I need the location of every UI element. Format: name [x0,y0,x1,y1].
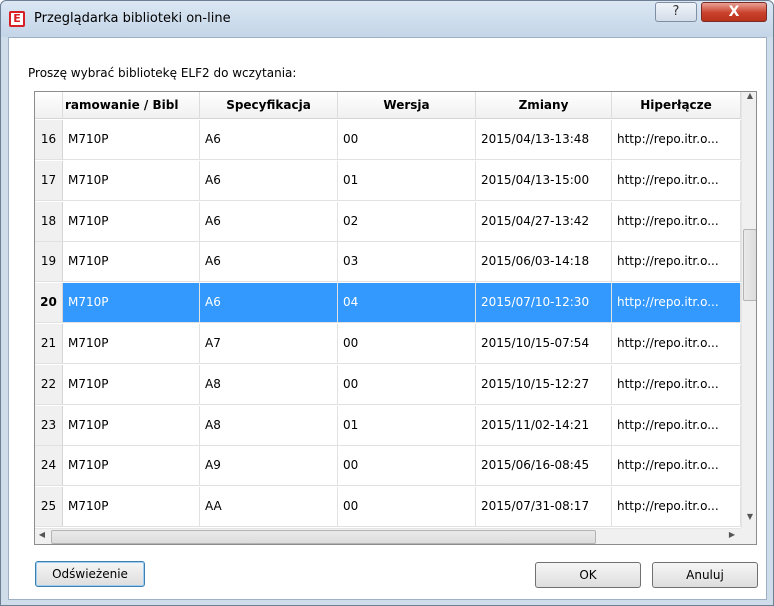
table-row[interactable]: 25 M710P AA 00 2015/07/31-08:17 http://repo.i… [35,487,741,528]
table-row[interactable]: 19 M710P A6 03 2015/06/03-14:18 http://repo.i… [35,242,741,283]
cell-library: M710P [63,283,200,323]
title-bar[interactable]: E Przeglądarka biblioteki on-line ? X [1,1,773,37]
cell-version: 01 [338,160,476,200]
row-number: 18 [35,201,63,241]
cell-hyperlink: http://repo.itr.o... [612,324,741,363]
cell-library: M710P [63,487,200,527]
table-row[interactable]: 21 M710P A7 00 2015/10/15-07:54 http://repo.i… [35,324,741,364]
app-logo-icon: E [9,11,25,27]
table-row[interactable]: 24 M710P A9 00 2015/06/16-08:45 http://repo.i… [35,446,741,487]
scrollbar-corner [741,528,756,544]
cell-version: 00 [338,324,476,363]
cell-changes: 2015/04/27-13:42 [476,201,612,241]
cancel-button[interactable]: Anuluj [652,562,758,588]
close-icon: X [728,4,740,20]
cell-specification: A8 [200,405,338,445]
column-header-library[interactable]: ramowanie / Bibl [63,92,200,119]
cell-library: M710P [63,201,200,241]
table-header: ramowanie / Bibl Specyfikacja Wersja Zmi… [35,92,756,119]
cell-changes: 2015/10/15-12:27 [476,364,612,404]
cell-specification: A9 [200,446,338,486]
row-number-header [35,92,63,119]
table-row[interactable]: 18 M710P A6 02 2015/04/27-13:42 http://repo.i… [35,201,741,242]
cell-specification: A6 [200,120,338,159]
cell-version: 01 [338,405,476,445]
cell-version: 00 [338,120,476,159]
table-row[interactable]: 22 M710P A8 00 2015/10/15-12:27 http://repo.i… [35,364,741,405]
prompt-label: Proszę wybrać bibliotekę ELF2 do wczytan… [28,66,297,80]
cell-changes: 2015/06/16-08:45 [476,446,612,486]
scroll-down-arrow-icon[interactable]: ▼ [742,512,756,521]
cell-hyperlink: http://repo.itr.o... [612,242,741,282]
cell-changes: 2015/10/15-07:54 [476,324,612,363]
cell-hyperlink: http://repo.itr.o... [612,120,741,159]
ok-button[interactable]: OK [535,562,641,588]
table-row[interactable]: 23 M710P A8 01 2015/11/02-14:21 http://repo.i… [35,405,741,446]
refresh-button[interactable]: Odświeżenie [35,561,145,587]
cell-hyperlink: http://repo.itr.o... [612,201,741,241]
cell-version: 00 [338,487,476,527]
cell-specification: A6 [200,242,338,282]
row-number: 19 [35,242,63,282]
vertical-scroll-thumb[interactable] [743,229,756,301]
close-button[interactable]: X [701,2,767,22]
library-table[interactable]: ramowanie / Bibl Specyfikacja Wersja Zmi… [34,91,757,545]
cell-changes: 2015/06/03-14:18 [476,242,612,282]
window-title: Przeglądarka biblioteki on-line [34,11,231,26]
table-row[interactable]: 16 M710P A6 00 2015/04/13-13:48 http://repo.i… [35,120,741,160]
cell-changes: 2015/11/02-14:21 [476,405,612,445]
cell-hyperlink: http://repo.itr.o... [612,446,741,486]
cell-library: M710P [63,364,200,404]
column-header-hyperlink[interactable]: Hiperłącze [612,92,741,119]
cell-version: 00 [338,446,476,486]
cell-specification: AA [200,487,338,527]
scroll-left-arrow-icon[interactable]: ◀ [35,530,49,539]
cell-specification: A7 [200,324,338,363]
cell-version: 00 [338,364,476,404]
help-button[interactable]: ? [655,2,697,22]
cell-version: 02 [338,201,476,241]
scroll-up-arrow-icon[interactable]: ▲ [742,92,756,100]
cell-specification: A6 [200,283,338,323]
horizontal-scrollbar[interactable]: ◀ ▶ [35,528,741,544]
cell-changes: 2015/04/13-15:00 [476,160,612,200]
row-number: 20 [35,283,63,323]
cell-library: M710P [63,324,200,363]
cell-library: M710P [63,446,200,486]
cell-hyperlink: http://repo.itr.o... [612,160,741,200]
row-number: 25 [35,487,63,527]
cell-version: 03 [338,242,476,282]
cell-specification: A6 [200,160,338,200]
cell-hyperlink: http://repo.itr.o... [612,364,741,404]
cell-specification: A6 [200,201,338,241]
cell-hyperlink: http://repo.itr.o... [612,283,741,323]
column-header-specification[interactable]: Specyfikacja [200,92,338,119]
row-number: 23 [35,405,63,445]
cell-hyperlink: http://repo.itr.o... [612,487,741,527]
cell-library: M710P [63,160,200,200]
scroll-right-arrow-icon[interactable]: ▶ [725,530,739,539]
cell-specification: A8 [200,364,338,404]
row-number: 16 [35,120,63,159]
row-number: 24 [35,446,63,486]
help-icon: ? [672,4,680,19]
column-header-changes[interactable]: Zmiany [476,92,612,119]
cell-changes: 2015/07/10-12:30 [476,283,612,323]
cell-changes: 2015/07/31-08:17 [476,487,612,527]
cell-library: M710P [63,120,200,159]
cell-library: M710P [63,405,200,445]
table-row[interactable]: 17 M710P A6 01 2015/04/13-15:00 http://repo.i… [35,160,741,201]
cell-hyperlink: http://repo.itr.o... [612,405,741,445]
column-header-version[interactable]: Wersja [338,92,476,119]
row-number: 17 [35,160,63,200]
table-row[interactable]: 20 M710P A6 04 2015/07/10-12:30 http://repo.i… [35,283,741,324]
row-number: 22 [35,364,63,404]
row-number: 21 [35,324,63,363]
vertical-scrollbar[interactable]: ▲ ▼ [741,92,756,528]
horizontal-scroll-thumb[interactable] [51,530,596,544]
cell-version: 04 [338,283,476,323]
cell-changes: 2015/04/13-13:48 [476,120,612,159]
cell-library: M710P [63,242,200,282]
